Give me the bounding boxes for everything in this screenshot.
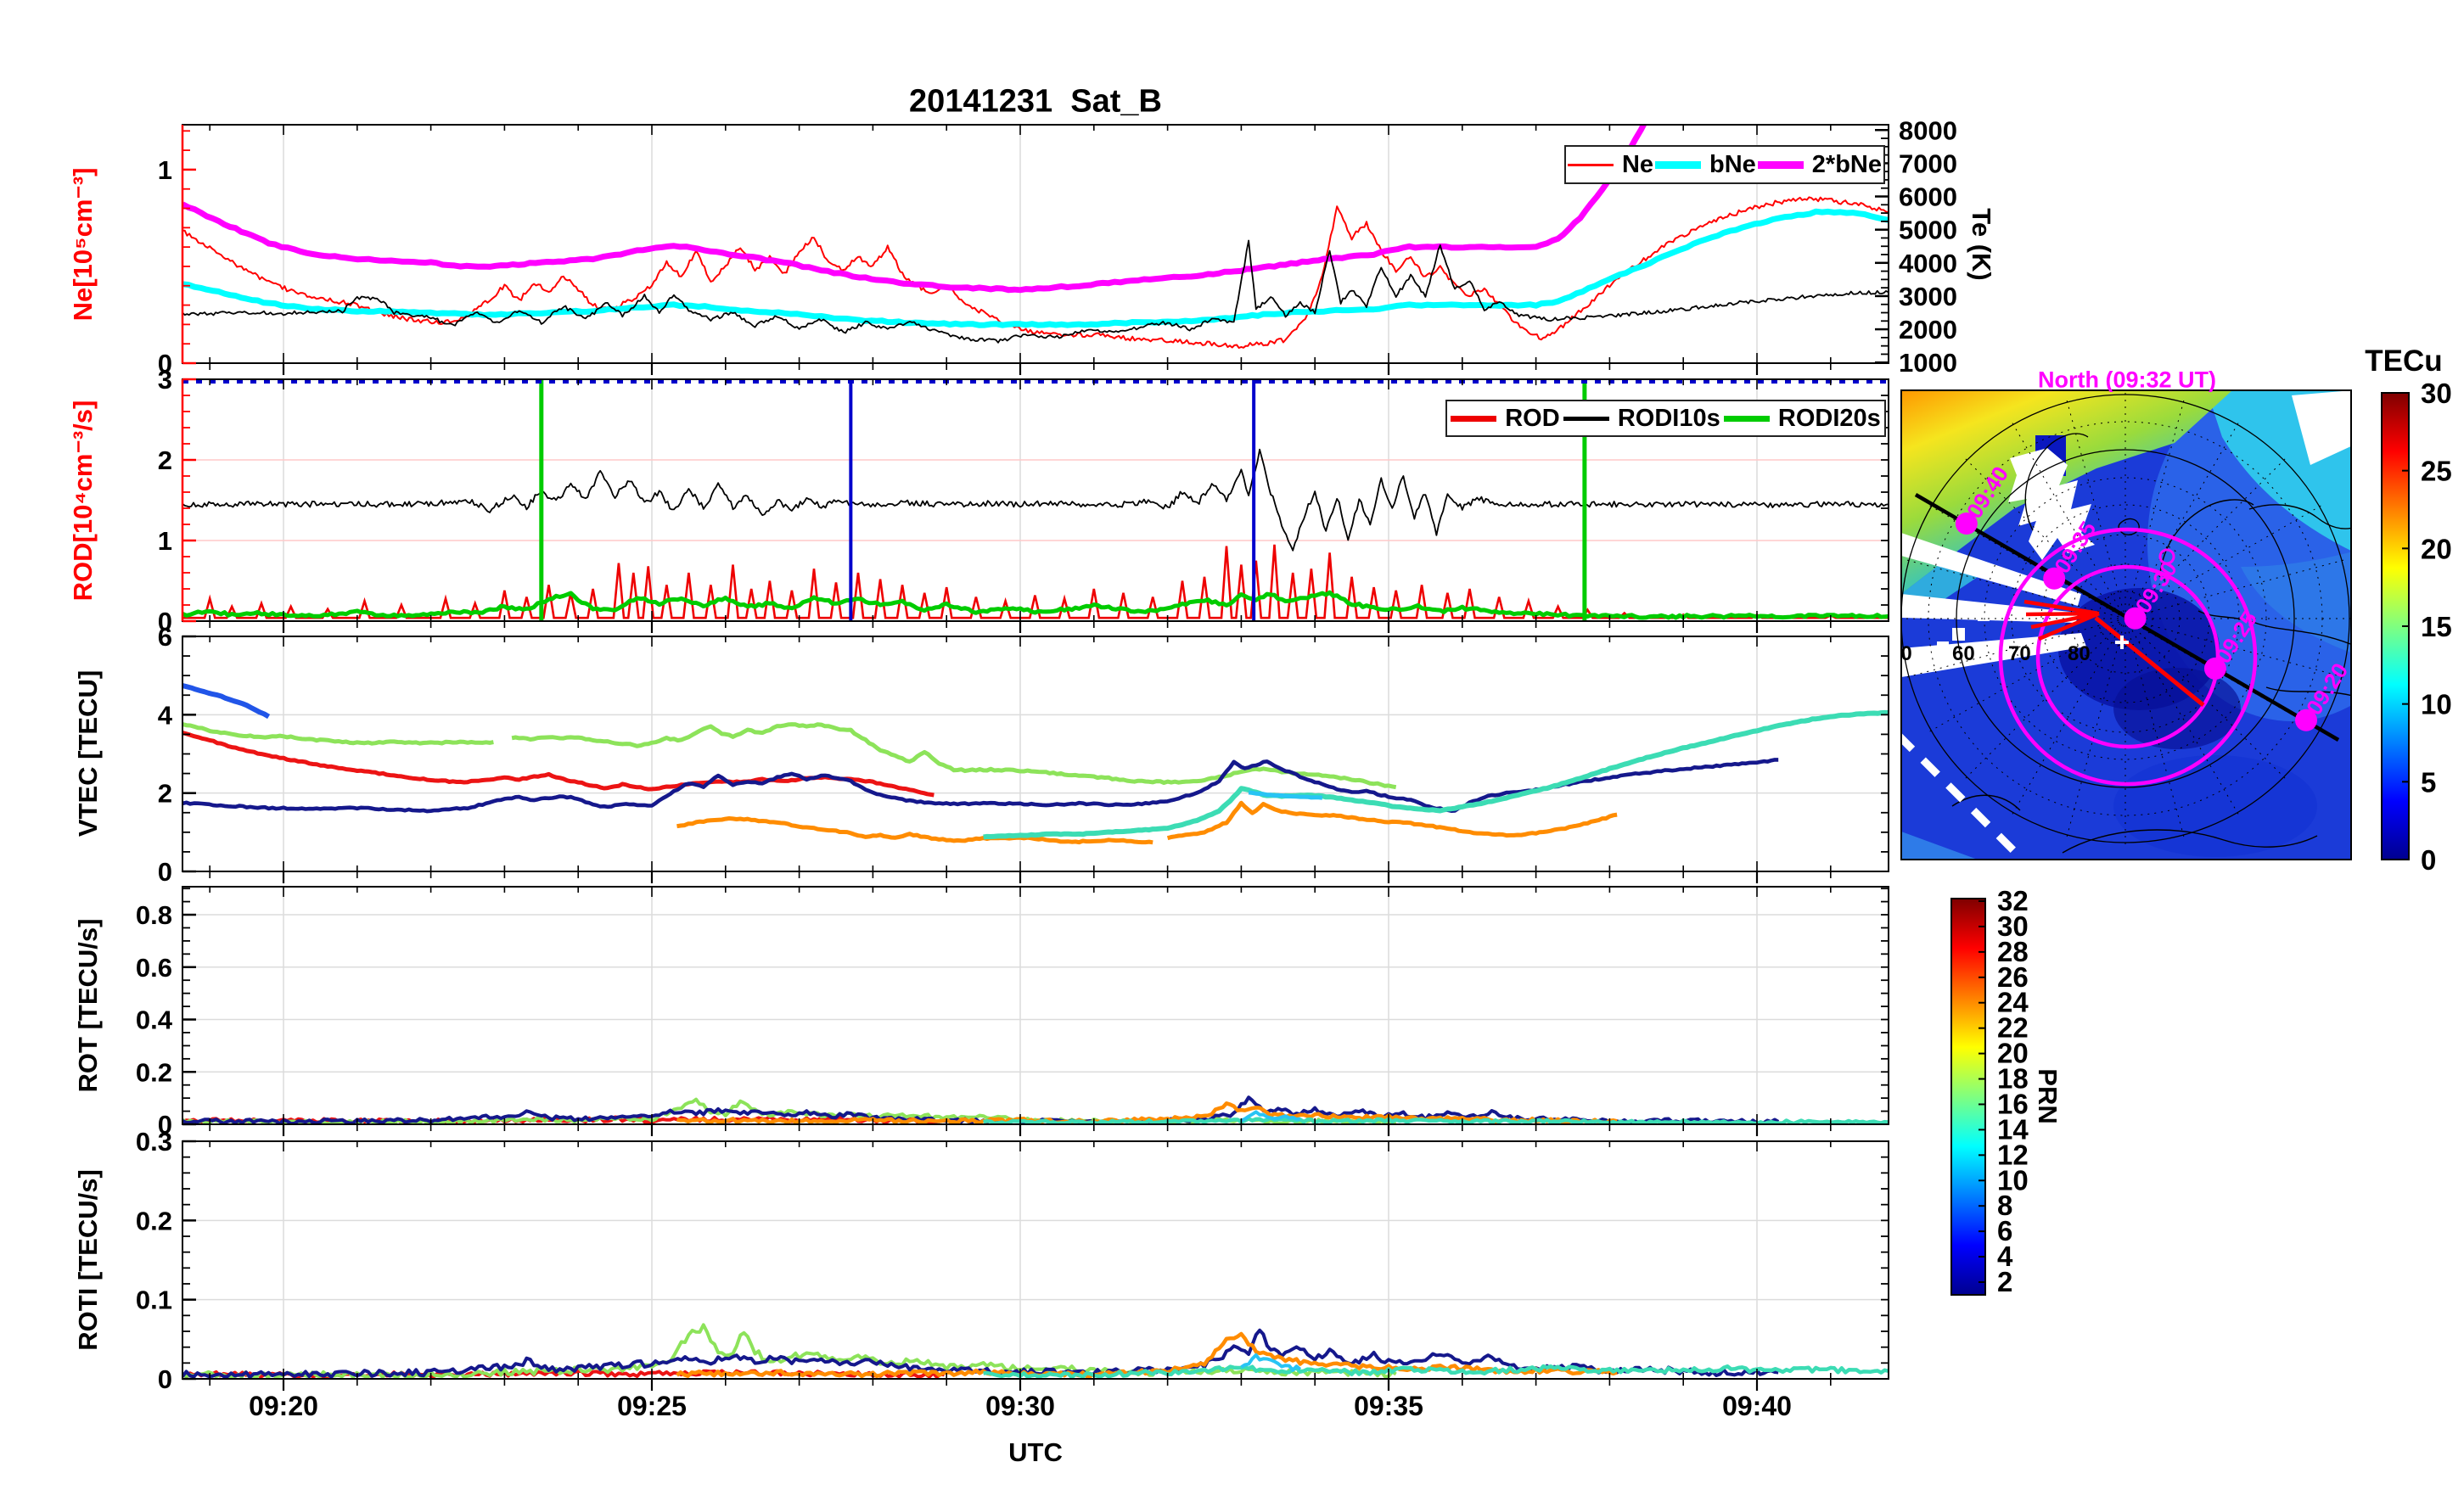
series-RODI10s [182,450,1888,551]
figure-canvas: { "chart_data": { "type": "line", "title… [0,0,2464,1490]
legend-line-sample [1451,416,1496,422]
tecu-colorbar-title: TECu [2365,344,2442,378]
legend-item: RODI10s [1563,405,1720,433]
y-tick-label: 0 [158,857,172,887]
te-tick-label: 1000 [1899,348,1957,378]
legend-label: RODI20s [1778,405,1881,433]
x-axis-label: UTC [1008,1437,1063,1468]
tecu-tick-label: 0 [2421,844,2436,876]
tecu-tick-label: 10 [2421,689,2452,720]
series-ROD [182,545,1888,618]
y-tick-label: 0.1 [136,1286,172,1315]
y-tick-label: 1 [158,526,172,556]
series-PRN-turquoise [984,713,1889,837]
y-tick-label: 0.3 [136,1127,172,1157]
x-tick-label: 09:20 [249,1391,318,1421]
tecu-tick-label: 15 [2421,611,2452,642]
series-PRN-lightgreen [512,725,1396,787]
legend-label: bNe [1709,151,1756,179]
legend-line-sample [1758,161,1804,169]
x-tick-label: 09:35 [1354,1391,1423,1421]
legend-item: Ne [1568,151,1653,179]
y-tick-label: 0.4 [136,1005,173,1035]
legend-label: RODI10s [1618,405,1720,433]
latitude-label: 70 [2008,642,2031,665]
legend-label: Ne [1622,151,1653,179]
y-tick-label: 0.8 [136,900,172,930]
y-tick-label: 3 [158,365,172,395]
panel-vtec: 0 2 4 6 [158,622,1889,887]
y-tick-label: 2 [158,445,172,475]
legend-line-sample [1563,417,1609,421]
te-tick-label: 3000 [1899,282,1957,311]
legend-line-sample [1655,161,1701,169]
tecu-tick-label: 25 [2421,456,2452,487]
y-tick-label: 2 [158,779,172,809]
series-PRN-blue [182,686,269,717]
latitude-label: 60 [1952,642,1975,665]
legend-item: ROD [1451,405,1559,433]
latitude-label: 80 [2068,642,2091,665]
rot-y-axis-label: ROT [TECU/s] [73,919,104,1093]
legend-label: ROD [1505,405,1559,433]
ne-y-axis-label: Ne[10⁵cm⁻³] [68,168,98,322]
legend-line-sample [1568,164,1614,166]
y-tick-label: 0.2 [136,1057,172,1087]
polar-tec-map: 09:4009:3509:3009:2509:2050607080 [1889,365,2436,860]
series-2*bNe [182,120,1647,290]
tecu-tick-label: 30 [2421,378,2452,409]
series-PRN-orange [677,819,1153,843]
te-y-axis-label: Te (K) [1966,208,1996,281]
legend-rod-panel: ROD RODI10s RODI20s [1445,400,1886,437]
legend-ne-panel: Ne bNe 2*bNe [1564,145,1885,184]
map-title: North (09:32 UT) [2038,367,2216,394]
tecu-tick-label: 20 [2421,533,2452,564]
prn-tick-label: 32 [1997,885,2029,916]
y-tick-label: 6 [158,622,172,652]
y-tick-label: 0.6 [136,953,172,983]
panel-roti: 0 0.1 0.2 0.3 [136,1127,1889,1394]
prn-colorbar [1951,899,1985,1295]
x-tick-label: 09:25 [617,1391,687,1421]
x-tick-label: 09:40 [1722,1391,1792,1421]
tecu-tick-label: 5 [2421,766,2436,798]
y-tick-label: 1 [158,155,172,185]
y-tick-label: 0 [158,1364,172,1394]
vtec-y-axis-label: VTEC [TECU] [73,670,104,837]
series-roti-turquoise [984,1366,1889,1377]
legend-item: bNe [1655,151,1756,179]
te-tick-label: 6000 [1899,182,1957,212]
te-tick-label: 8000 [1899,115,1957,145]
te-tick-label: 4000 [1899,249,1957,278]
te-tick-label: 2000 [1899,315,1957,344]
roti-y-axis-label: ROTI [TECU/s] [73,1169,104,1351]
series-PRN-lightgreen [182,725,493,744]
te-tick-label: 7000 [1899,148,1957,178]
legend-item: RODI20s [1724,405,1881,433]
legend-line-sample [1724,416,1770,422]
x-tick-label: 09:30 [985,1391,1055,1421]
y-tick-label: 4 [158,700,173,730]
legend-item: 2*bNe [1758,151,1882,179]
figure-plot-area: 0110002000300040005000600070008000012302… [0,0,2464,1490]
figure-title: 20141231 Sat_B [909,84,1162,120]
panel-rot: 00.20.40.60.8 [136,887,1889,1140]
prn-colorbar-title: PRN [2032,1068,2063,1123]
rod-y-axis-label: ROD[10⁴cm⁻³/s] [68,401,98,602]
series-PRN-red [182,733,934,796]
te-tick-label: 5000 [1899,216,1957,245]
legend-label: 2*bNe [1812,151,1882,179]
y-tick-label: 0.2 [136,1206,172,1235]
series-bNe [182,211,1888,325]
